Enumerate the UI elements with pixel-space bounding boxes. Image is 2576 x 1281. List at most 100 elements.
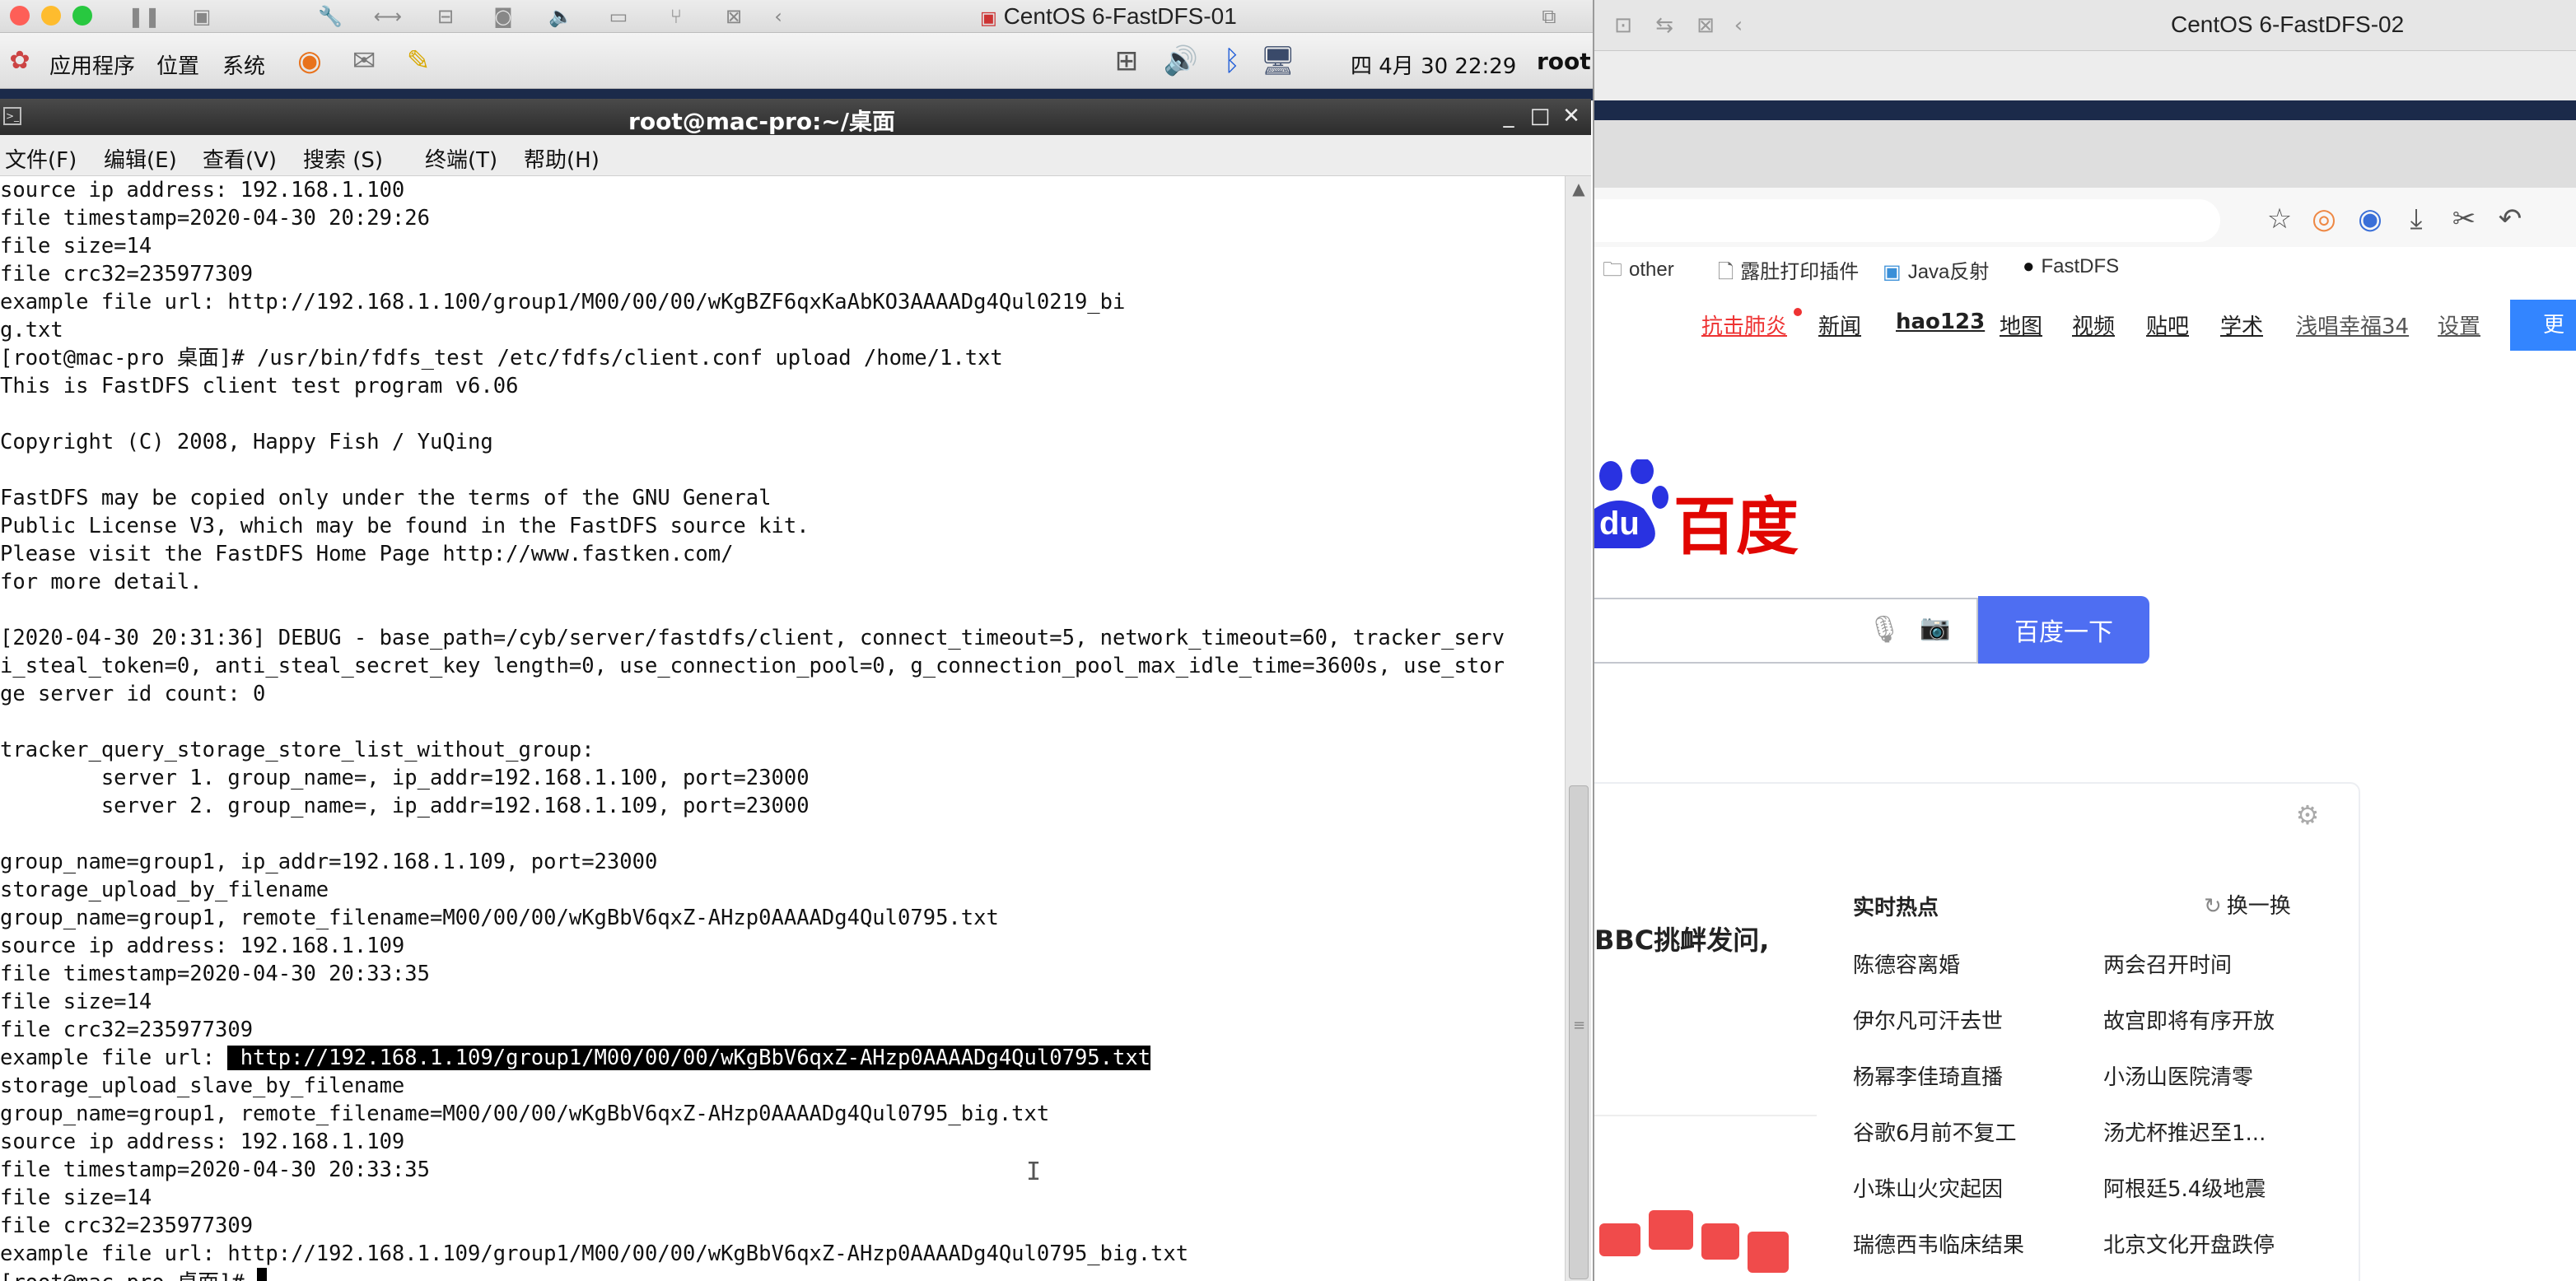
network-status-icon[interactable]: ⊞ [1107, 43, 1146, 79]
clock[interactable]: 四 4月 30 22:29 [1351, 49, 1516, 80]
close-window-button[interactable] [10, 6, 30, 26]
nav-link-news[interactable]: 新闻 [1818, 310, 1861, 340]
notes-icon[interactable]: ✎ [399, 43, 438, 79]
hot-item[interactable]: 北京文化开盘跌停 [2103, 1228, 2275, 1259]
vm2-desktop-strip [1594, 100, 2576, 120]
sound-icon[interactable]: 🔈 [540, 2, 581, 31]
news-headline[interactable]: BBC挑衅发问, [1594, 920, 1769, 957]
terminal-line: file crc32=235977309 [0, 1212, 1505, 1240]
nav-link-tieba[interactable]: 贴吧 [2146, 310, 2189, 340]
terminal-line: file crc32=235977309 [0, 260, 1505, 288]
hot-item[interactable]: 瑞德西韦临床结果 [1853, 1228, 2024, 1259]
firefox-icon[interactable]: ◉ [290, 43, 329, 79]
disk-icon[interactable]: ⊟ [425, 2, 466, 31]
pause-icon[interactable]: ❚❚ [124, 2, 165, 31]
mail-icon[interactable]: ✉ [344, 43, 384, 79]
chrome-extension-icon[interactable]: ◎ [2306, 201, 2342, 237]
chevron-left-icon[interactable]: ‹ [758, 2, 799, 31]
volume-icon[interactable]: 🔊 [1161, 43, 1201, 79]
terminal-lines: source ip address: 192.168.1.100 file tim… [0, 176, 1505, 1281]
network-icon[interactable]: ⟷ [367, 2, 408, 31]
nav-link-settings[interactable]: 设置 [2438, 310, 2480, 340]
bookmark-print-plugin[interactable]: 🗋 露肚打印插件 [1718, 255, 1859, 291]
hot-item[interactable]: 小珠山火灾起因 [1853, 1172, 2003, 1203]
address-input[interactable] [1594, 199, 2220, 242]
nav-link-xueshu[interactable]: 学术 [2220, 310, 2263, 340]
menu-applications[interactable]: 应用程序 [49, 49, 135, 80]
gnome-foot-icon[interactable]: ✿ [0, 43, 40, 79]
user-name[interactable]: root [1537, 48, 1591, 75]
menu-terminal[interactable]: 终端(T) [425, 143, 497, 174]
terminal-scrollbar[interactable]: ▲ ≡ [1565, 176, 1591, 1281]
menu-help[interactable]: 帮助(H) [524, 143, 600, 174]
terminal-line: source ip address: 192.168.1.100 [0, 176, 1505, 204]
bluetooth-icon[interactable]: ᛒ [1212, 43, 1252, 79]
menu-search[interactable]: 搜索 (S) [303, 143, 383, 174]
refresh-button[interactable]: ↻ 换一换 [2204, 889, 2291, 920]
hot-item[interactable]: 两会召开时间 [2103, 948, 2232, 979]
usb-icon[interactable]: ⑂ [656, 2, 697, 31]
vm2-chevron-left-icon[interactable]: ‹ [1718, 10, 1759, 41]
bookmark-java-reflection[interactable]: ▣ Java反射 [1883, 255, 1989, 284]
selected-url[interactable]: http://192.168.1.109/group1/M00/00/00/wK… [227, 1046, 1151, 1070]
hot-item[interactable]: 杨幂李佳琦直播 [1853, 1060, 2003, 1091]
maximize-icon[interactable]: □ [1528, 104, 1552, 128]
menu-edit[interactable]: 编辑(E) [104, 143, 177, 174]
hot-item[interactable]: 汤尤杯推迟至1... [2103, 1116, 2266, 1147]
hot-item[interactable]: 谷歌6月前不复工 [1853, 1116, 2017, 1147]
hot-item[interactable]: 阿根廷5.4级地震 [2103, 1172, 2266, 1203]
zoom-window-button[interactable] [72, 6, 92, 26]
hot-dot [1794, 308, 1802, 316]
check-extension-icon[interactable]: ◉ [2352, 201, 2388, 237]
menu-file[interactable]: 文件(F) [5, 143, 77, 174]
hot-item[interactable]: 故宫即将有序开放 [2103, 1004, 2275, 1035]
deco-block [1649, 1210, 1693, 1250]
scissors-icon[interactable]: ✂ [2446, 201, 2482, 237]
baidu-search-button[interactable]: 百度一下 [1978, 596, 2149, 664]
undo-icon[interactable]: ↶ [2492, 201, 2528, 237]
nav-link-hao123[interactable]: hao123 [1896, 310, 1985, 334]
bookmark-fastdfs[interactable]: ● FastDFS [2023, 255, 2119, 278]
terminal-output[interactable]: source ip address: 192.168.1.100 file tim… [0, 176, 1565, 1281]
hot-item[interactable]: 伊尔凡可汗去世 [1853, 1004, 2003, 1035]
more-products-button[interactable]: 更多 [2510, 300, 2576, 389]
camera-device-icon[interactable]: ◙ [483, 2, 524, 31]
vm2-share-icon[interactable]: ⇆ [1644, 10, 1685, 41]
terminal-line: file crc32=235977309 [0, 1016, 1505, 1044]
terminal-line: source ip address: 192.168.1.109 [0, 1128, 1505, 1156]
nav-link-fight-pneumonia[interactable]: 抗击肺炎 [1701, 310, 1787, 340]
page-icon: 🗋 [1718, 261, 1734, 283]
gear-icon[interactable]: ⚙ [2293, 800, 2322, 830]
menu-view[interactable]: 查看(V) [203, 143, 277, 174]
hot-item[interactable]: 小汤山医院清零 [2103, 1060, 2253, 1091]
download-icon[interactable]: ⤓ [2398, 201, 2434, 237]
star-icon[interactable]: ☆ [2261, 201, 2298, 237]
camera-icon[interactable]: 📷 [1917, 613, 1953, 646]
vm2-titlebar: ⊡ ⇆ ⊠ ‹ CentOS 6-FastDFS-02 [1594, 0, 2576, 51]
minimize-icon[interactable]: _ [1497, 104, 1520, 128]
vm2-tool-icon[interactable]: ⊡ [1603, 10, 1644, 41]
close-icon[interactable]: ✕ [1560, 104, 1583, 128]
nav-link-map[interactable]: 地图 [2000, 310, 2042, 340]
nav-link-username[interactable]: 浅唱幸福34 [2296, 310, 2409, 340]
bookmark-other[interactable]: 🗀 other [1603, 255, 1674, 289]
nav-link-video[interactable]: 视频 [2072, 310, 2115, 340]
terminal-line-text: file timestamp=2020-04-30 20:29:26 [0, 206, 430, 231]
baidu-logo: du 百度 [1594, 443, 1808, 563]
shared-folder-icon[interactable]: ⊠ [713, 2, 754, 31]
scroll-up-icon[interactable]: ▲ [1566, 176, 1592, 201]
terminal-line-text: file timestamp=2020-04-30 20:33:35 [0, 962, 430, 986]
menu-places[interactable]: 位置 [156, 49, 199, 80]
scrollbar-thumb[interactable]: ≡ [1569, 785, 1589, 1279]
folder-icon: 🗀 [1603, 259, 1622, 281]
terminal-line: Public License V3, which may be found in… [0, 512, 1505, 540]
wrench-icon[interactable]: 🔧 [310, 2, 351, 31]
minimize-window-button[interactable] [41, 6, 61, 26]
fullscreen-icon[interactable]: ⧉ [1528, 2, 1570, 31]
menu-system[interactable]: 系统 [222, 49, 265, 80]
hot-item[interactable]: 陈德容离婚 [1853, 948, 1960, 979]
snapshot-icon[interactable]: ▣ [181, 2, 222, 31]
display-icon[interactable]: 🖥 [1258, 43, 1298, 79]
microphone-icon[interactable]: 🎙 [1868, 613, 1902, 646]
video-icon[interactable]: ▭ [598, 2, 639, 31]
